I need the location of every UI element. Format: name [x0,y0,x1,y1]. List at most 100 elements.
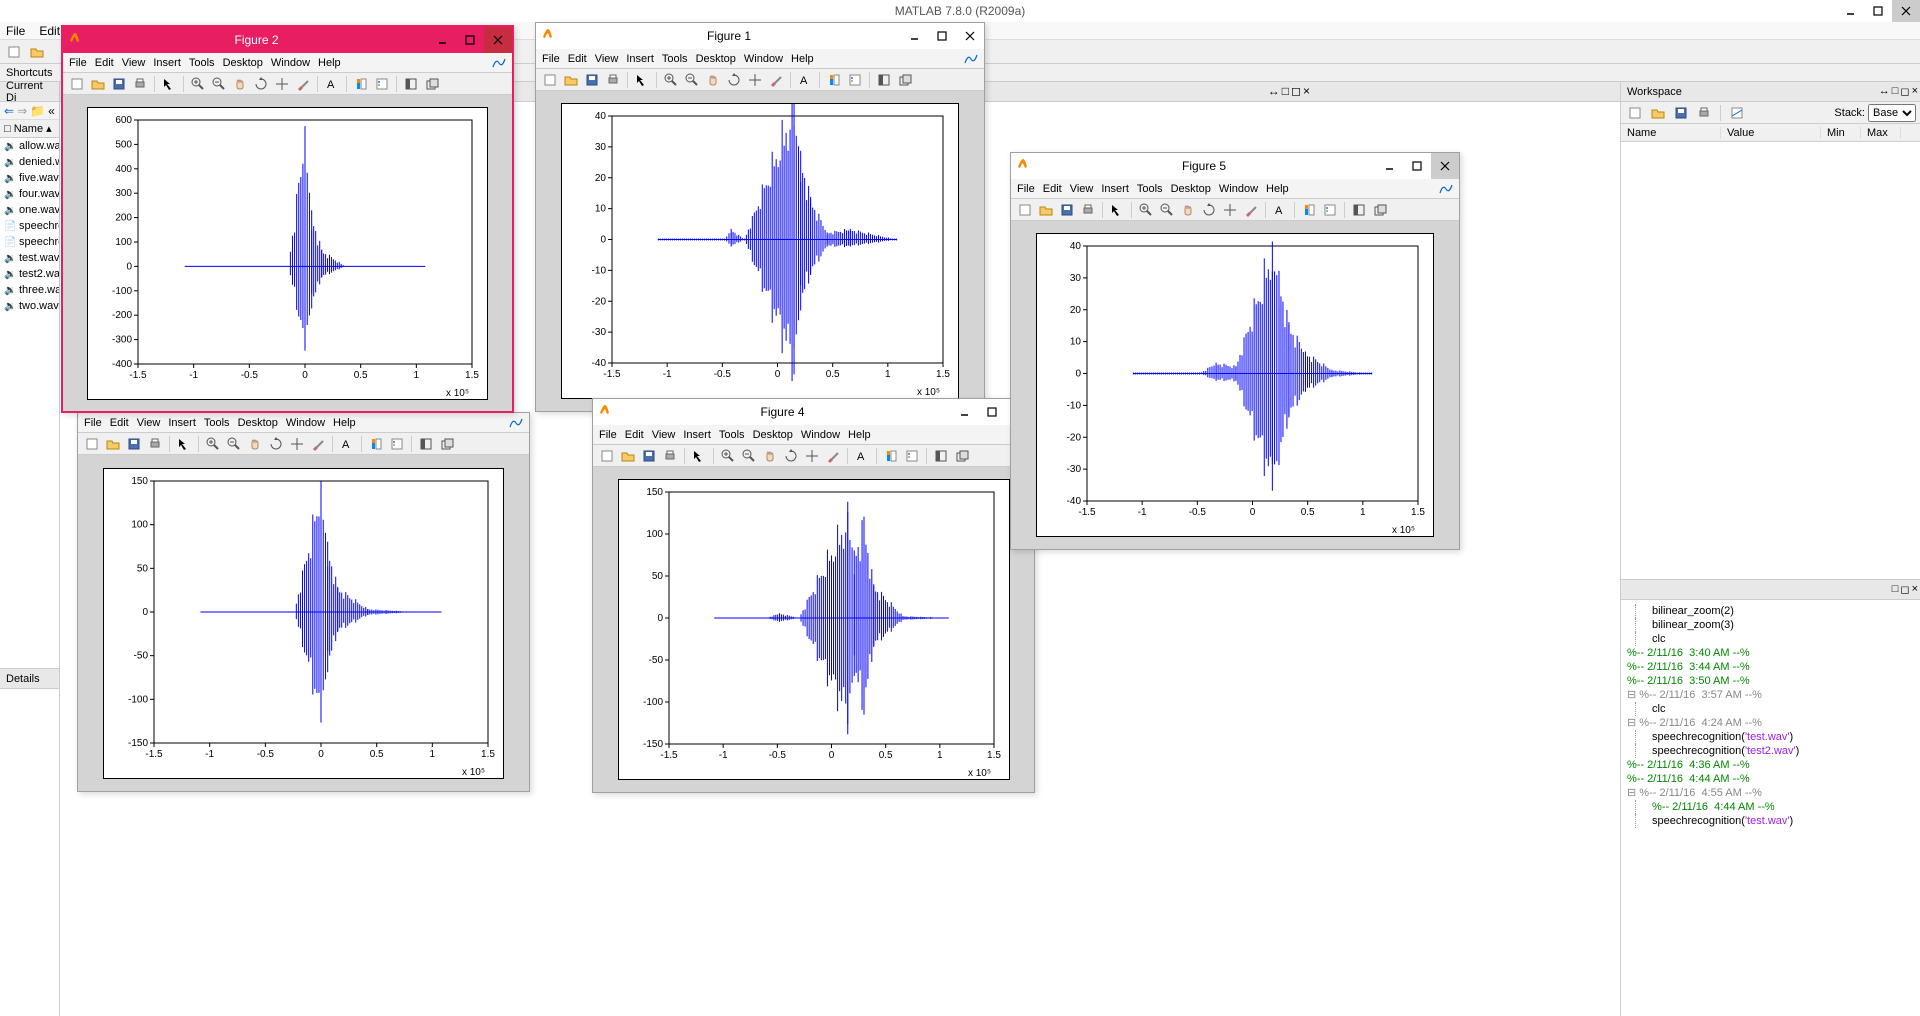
max-icon[interactable]: ◻ [1900,85,1909,98]
new-button[interactable] [67,74,87,94]
axes[interactable]: 150100500-50-100-150-1.5-1-0.500.511.5x … [618,479,1010,780]
axes[interactable]: 403020100-10-20-30-40-1.5-1-0.500.511.5x… [561,103,959,399]
ws-print-button[interactable] [1694,103,1714,123]
undock-button[interactable] [437,434,457,454]
minimize-button[interactable] [1375,153,1403,179]
insert-text-button[interactable] [1270,200,1290,220]
zoom-out-button[interactable] [739,446,759,466]
brush-button[interactable] [293,74,313,94]
pan-button[interactable] [230,74,250,94]
file-row[interactable]: allow.wav [0,138,59,154]
menu-file[interactable]: File [84,417,102,429]
file-row[interactable]: test2.wav [0,266,59,282]
figure-window-1[interactable]: Figure 1 FileEditViewInsertToolsDesktopW… [535,22,985,412]
file-row[interactable]: speechre [0,234,59,250]
print-button[interactable] [130,74,150,94]
legend-button[interactable] [902,446,922,466]
file-row[interactable]: four.wav [0,186,59,202]
colorbar-button[interactable] [824,70,844,90]
save-button[interactable] [582,70,602,90]
stack-select[interactable]: Base [1868,104,1916,122]
menu-help[interactable]: Help [318,57,341,69]
menu-insert[interactable]: Insert [626,53,654,65]
dock-button[interactable] [401,74,421,94]
menu-help[interactable]: Help [1266,183,1289,195]
undock-button[interactable] [422,74,442,94]
undock-icon[interactable]: □ [1892,583,1899,596]
file-row[interactable]: five.wav [0,170,59,186]
ws-save-button[interactable] [1671,103,1691,123]
file-row[interactable]: denied.w [0,154,59,170]
new-button[interactable] [4,42,24,62]
data-cursor-button[interactable] [1220,200,1240,220]
dock-icon[interactable]: ↔ [1879,85,1890,98]
colorbar-button[interactable] [366,434,386,454]
rotate-button[interactable] [266,434,286,454]
curve-icon[interactable] [1439,182,1453,196]
colorbar-button[interactable] [881,446,901,466]
menu-edit[interactable]: Edit [110,417,129,429]
colorbar-button[interactable] [1299,200,1319,220]
file-row[interactable]: speechre [0,218,59,234]
back-icon[interactable]: ⇐ [4,104,14,118]
figure-titlebar[interactable]: Figure 2 [63,27,512,53]
zoom-in-button[interactable] [188,74,208,94]
open-button[interactable] [27,42,47,62]
main-minimize-button[interactable] [1836,0,1864,22]
undock-icon[interactable]: □ [1282,84,1289,98]
menu-help[interactable]: Help [791,53,814,65]
menu-desktop[interactable]: Desktop [1171,183,1211,195]
axes[interactable]: 6005004003002001000-100-200-300-400-1.5-… [87,107,488,400]
menu-window[interactable]: Window [1219,183,1258,195]
open-button[interactable] [88,74,108,94]
close-button[interactable] [484,27,512,53]
dock-icon[interactable]: ↔ [1268,84,1280,98]
pointer-button[interactable] [632,70,652,90]
save-button[interactable] [639,446,659,466]
pointer-button[interactable] [689,446,709,466]
menu-edit[interactable]: Edit [1043,183,1062,195]
workspace-columns[interactable]: Name Value Min Max [1621,124,1920,142]
figure-window-4[interactable]: Figure 4 FileEditViewInsertToolsDesktopW… [592,398,1035,793]
menu-file[interactable]: File [6,24,25,38]
save-button[interactable] [109,74,129,94]
menu-help[interactable]: Help [848,429,871,441]
menu-help[interactable]: Help [333,417,356,429]
history-scroll-header[interactable]: □ ◻ × [1621,580,1920,600]
pointer-button[interactable] [1107,200,1127,220]
close-button[interactable] [1431,153,1459,179]
new-button[interactable] [540,70,560,90]
rotate-button[interactable] [781,446,801,466]
print-button[interactable] [145,434,165,454]
data-cursor-button[interactable] [802,446,822,466]
data-cursor-button[interactable] [272,74,292,94]
new-button[interactable] [1015,200,1035,220]
maximize-button[interactable] [978,399,1006,425]
minimize-button[interactable] [950,399,978,425]
menu-view[interactable]: View [652,429,676,441]
menu-edit[interactable]: Edit [625,429,644,441]
curve-icon[interactable] [509,416,523,430]
maximize-button[interactable] [1403,153,1431,179]
print-button[interactable] [603,70,623,90]
menu-window[interactable]: Window [801,429,840,441]
menu-desktop[interactable]: Desktop [238,417,278,429]
folder-icon[interactable]: 📁 [30,104,45,118]
brush-button[interactable] [1241,200,1261,220]
menu-view[interactable]: View [122,57,146,69]
file-list-header[interactable]: □ Name ▴ [0,120,59,138]
menu-insert[interactable]: Insert [153,57,181,69]
main-maximize-button[interactable] [1864,0,1892,22]
undock-icon[interactable]: □ [1892,85,1899,98]
rotate-button[interactable] [251,74,271,94]
print-button[interactable] [660,446,680,466]
ws-open-button[interactable] [1648,103,1668,123]
menu-view[interactable]: View [595,53,619,65]
pan-button[interactable] [760,446,780,466]
current-dir-header[interactable]: Current Di [0,82,59,102]
open-button[interactable] [1036,200,1056,220]
minimize-button[interactable] [900,23,928,49]
figure-window-2[interactable]: Figure 2 FileEditViewInsertToolsDesktopW… [61,25,514,413]
zoom-in-button[interactable] [1136,200,1156,220]
menu-tools[interactable]: Tools [189,57,215,69]
